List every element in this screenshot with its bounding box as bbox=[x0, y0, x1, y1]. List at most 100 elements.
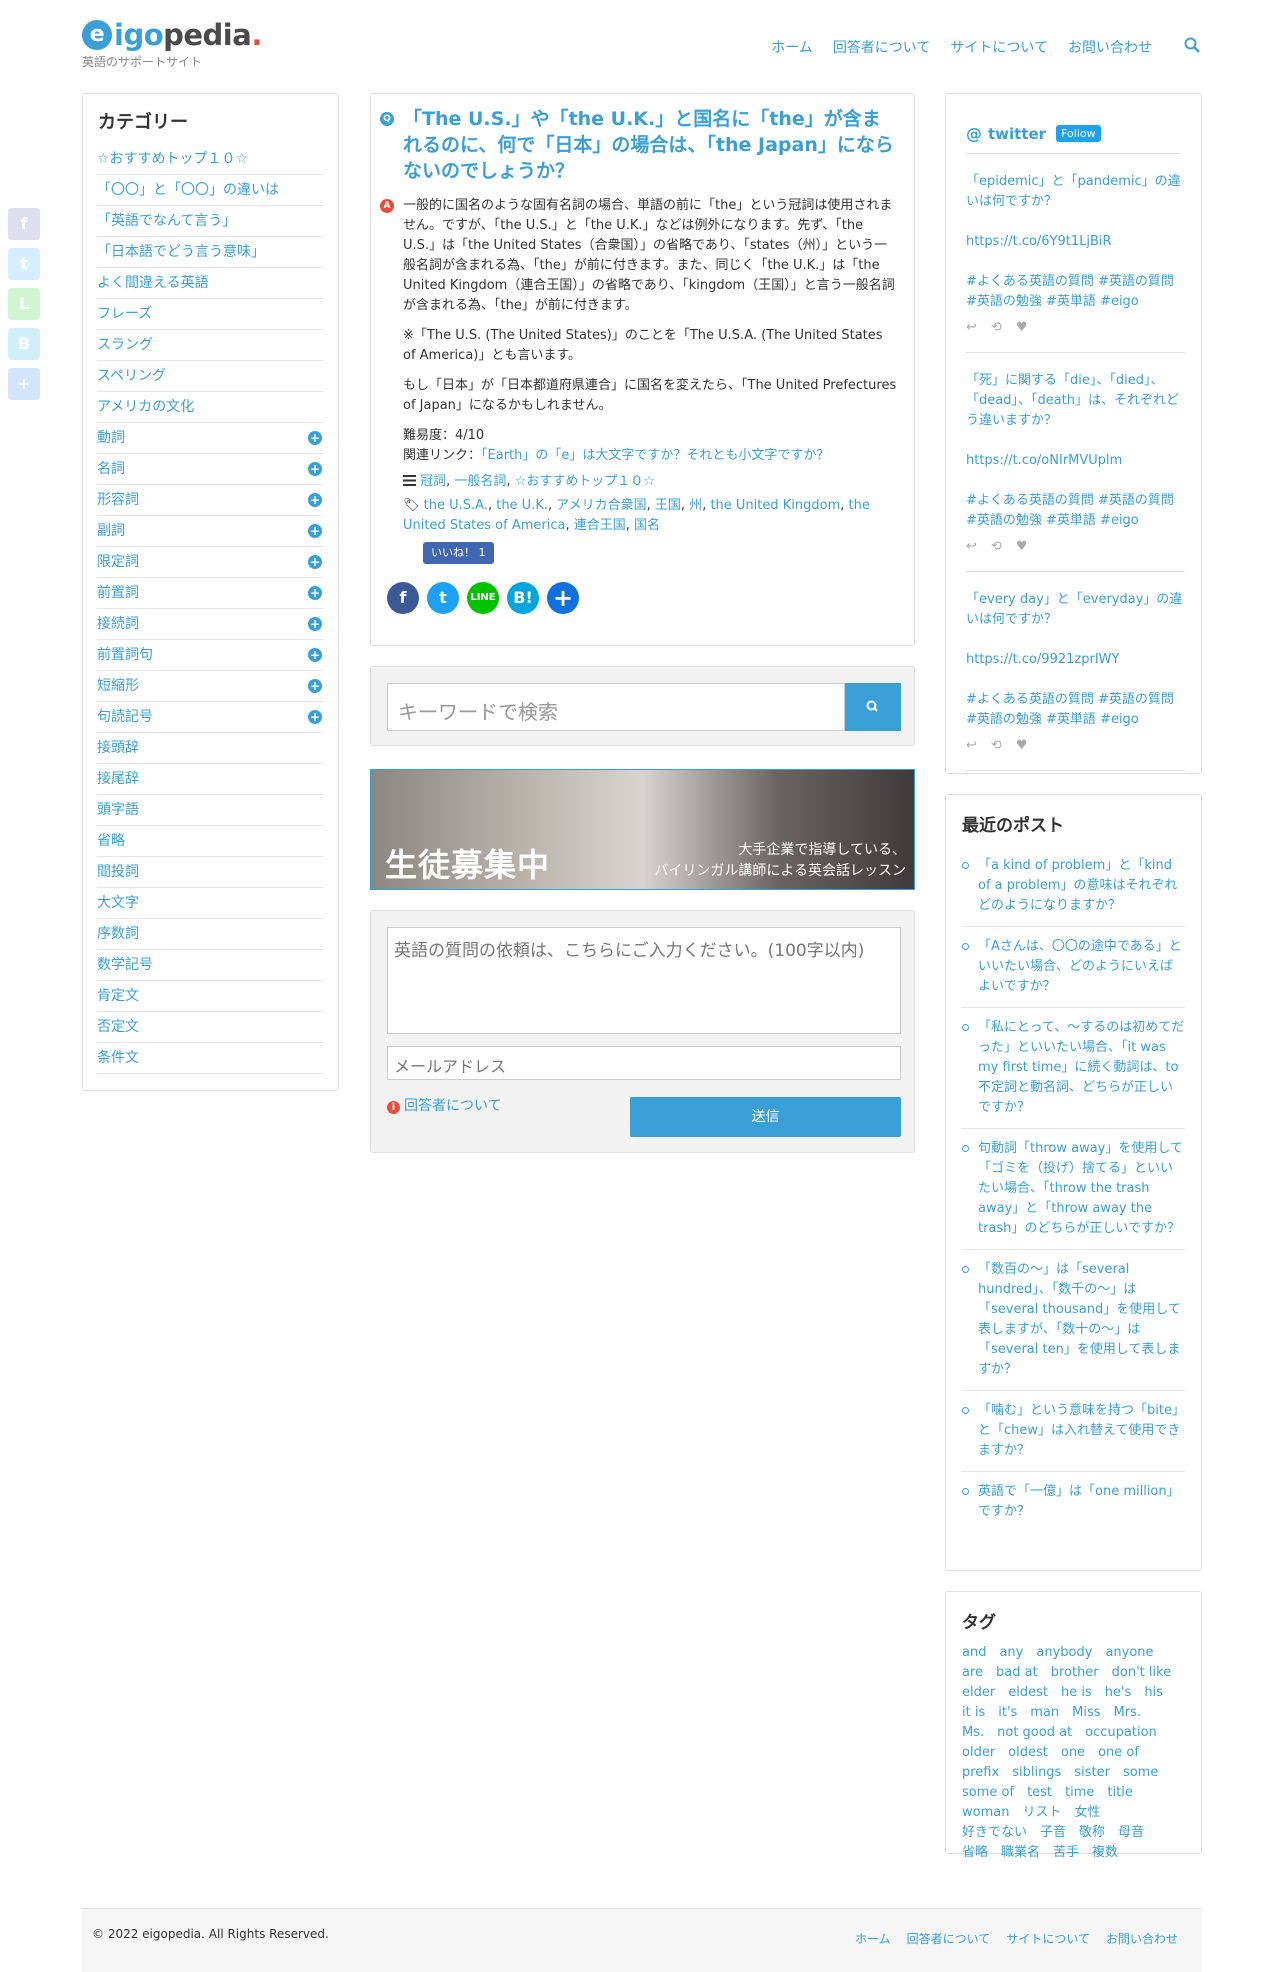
tag-link[interactable]: リスト bbox=[1022, 1803, 1061, 1823]
tag-link[interactable]: and bbox=[962, 1643, 986, 1663]
respondents-link[interactable]: i 回答者について bbox=[387, 1095, 502, 1115]
tag-link[interactable]: are bbox=[962, 1663, 983, 1683]
post-tag-link[interactable]: 王国 bbox=[655, 498, 681, 513]
tweet-tags[interactable]: #よくある英語の質問 #英語の質問 #英語の勉強 #英単語 #eigo bbox=[966, 690, 1185, 730]
twitter-share-icon[interactable]: t bbox=[8, 248, 40, 280]
category-link[interactable]: 「英語でなんて言う」 bbox=[97, 213, 236, 229]
tag-link[interactable]: 複数 bbox=[1092, 1843, 1118, 1863]
post-tag-link[interactable]: アメリカ合衆国 bbox=[556, 498, 646, 513]
category-link[interactable]: 肯定文 bbox=[97, 988, 139, 1004]
post-tag-link[interactable]: 州 bbox=[689, 498, 702, 513]
like-icon[interactable]: ♥ bbox=[1016, 736, 1028, 756]
category-link[interactable]: フレーズ bbox=[97, 306, 152, 322]
category-link[interactable]: 接続詞 bbox=[97, 616, 139, 632]
retweet-icon[interactable]: ⟲ bbox=[991, 318, 1002, 338]
search-icon[interactable] bbox=[1184, 37, 1202, 55]
category-link[interactable]: 名詞 bbox=[97, 461, 125, 477]
email-field[interactable]: メールアドレス bbox=[387, 1046, 901, 1080]
tag-link[interactable]: 子音 bbox=[1040, 1823, 1066, 1843]
category-link[interactable]: 前置詞句 bbox=[97, 647, 153, 663]
footer-nav-respondents[interactable]: 回答者について bbox=[907, 1930, 991, 1947]
category-link[interactable]: アメリカの文化 bbox=[97, 399, 194, 415]
post-tag-link[interactable]: 連合王国 bbox=[574, 518, 626, 533]
category-link[interactable]: 条件文 bbox=[97, 1050, 139, 1066]
tag-link[interactable]: his bbox=[1144, 1683, 1163, 1703]
like-icon[interactable]: ♥ bbox=[1016, 537, 1028, 557]
expand-plus-icon[interactable]: + bbox=[308, 555, 322, 569]
expand-plus-icon[interactable]: + bbox=[308, 493, 322, 507]
category-link[interactable]: 「日本語でどう言う意味」 bbox=[97, 244, 265, 260]
facebook-like-button[interactable]: いいね！ 1 bbox=[423, 542, 494, 564]
footer-nav-about[interactable]: サイトについて bbox=[1006, 1930, 1090, 1947]
tag-link[interactable]: any bbox=[999, 1643, 1023, 1663]
tag-link[interactable]: 苦手 bbox=[1053, 1843, 1079, 1863]
tag-link[interactable]: prefix bbox=[962, 1763, 999, 1783]
tag-link[interactable]: anybody bbox=[1036, 1643, 1092, 1663]
category-link[interactable]: 否定文 bbox=[97, 1019, 139, 1035]
recent-post-link[interactable]: 「Aさんは、〇〇の途中である」といいたい場合、どのようにいえばよいですか？ bbox=[978, 939, 1182, 994]
tag-link[interactable]: not good at bbox=[997, 1723, 1072, 1743]
nav-home[interactable]: ホーム bbox=[771, 37, 813, 57]
line-share-icon[interactable]: L bbox=[8, 288, 40, 320]
category-link[interactable]: 「〇〇」と「〇〇」の違いは bbox=[97, 182, 279, 198]
recent-post-link[interactable]: 英語で「一億」は「one million」ですか？ bbox=[978, 1484, 1180, 1519]
category-link[interactable]: 大文字 bbox=[97, 895, 139, 911]
send-button[interactable]: 送信 bbox=[630, 1097, 901, 1137]
tweet-text[interactable]: 「epidemic」と「pandemic」の違いは何ですか？ bbox=[966, 172, 1185, 212]
nav-respondents[interactable]: 回答者について bbox=[833, 37, 931, 57]
nav-contact[interactable]: お問い合わせ bbox=[1068, 37, 1152, 57]
post-tag-link[interactable]: the U.S.A. bbox=[424, 498, 488, 513]
tag-link[interactable]: woman bbox=[962, 1803, 1009, 1823]
category-link[interactable]: スラング bbox=[97, 337, 153, 353]
expand-plus-icon[interactable]: + bbox=[308, 524, 322, 538]
category-link[interactable]: 省略 bbox=[97, 833, 125, 849]
category-link[interactable]: 序数詞 bbox=[97, 926, 139, 942]
tag-link[interactable]: occupation bbox=[1085, 1723, 1157, 1743]
category-link[interactable]: 句読記号 bbox=[97, 709, 153, 725]
tag-link[interactable]: it is bbox=[962, 1703, 985, 1723]
reply-icon[interactable]: ↩ bbox=[966, 736, 977, 756]
tweet-text[interactable]: 「死」に関する「die」、「died」、「dead」、「death」は、それぞれ… bbox=[966, 371, 1185, 431]
category-link[interactable]: 接頭辞 bbox=[97, 740, 139, 756]
tag-link[interactable]: title bbox=[1107, 1783, 1132, 1803]
more-share-icon[interactable]: + bbox=[8, 368, 40, 400]
recent-post-link[interactable]: 「数百の〜」は「several hundred」、「数千の〜」は「several… bbox=[978, 1262, 1181, 1377]
category-link[interactable]: 副詞 bbox=[97, 523, 125, 539]
category-link[interactable]: 短縮形 bbox=[97, 678, 139, 694]
tweet-text[interactable]: 「every day」と「everyday」の違いは何ですか？ bbox=[966, 590, 1185, 630]
post-tag-link[interactable]: the U.K. bbox=[496, 498, 548, 513]
tag-link[interactable]: siblings bbox=[1012, 1763, 1061, 1783]
recent-post-link[interactable]: 句動詞「throw away」を使用して「ゴミを（投げ）捨てる」といいたい場合、… bbox=[978, 1141, 1183, 1236]
post-category-link[interactable]: ☆おすすめトップ１０☆ bbox=[515, 474, 655, 489]
hatena-share-icon[interactable]: B bbox=[8, 328, 40, 360]
category-link[interactable]: 間投詞 bbox=[97, 864, 139, 880]
tag-link[interactable]: man bbox=[1030, 1703, 1059, 1723]
facebook-share-button[interactable]: f bbox=[387, 582, 419, 614]
category-link[interactable]: 動詞 bbox=[97, 430, 125, 446]
tag-link[interactable]: eldest bbox=[1008, 1683, 1048, 1703]
category-link[interactable]: 数学記号 bbox=[97, 957, 153, 973]
category-link[interactable]: 頭字語 bbox=[97, 802, 139, 818]
post-category-link[interactable]: 一般名詞 bbox=[454, 474, 506, 489]
tag-link[interactable]: one of bbox=[1098, 1743, 1139, 1763]
tweet-url[interactable]: https://t.co/oNIrMVUplm bbox=[966, 451, 1185, 471]
tag-link[interactable]: 職業名 bbox=[1001, 1843, 1040, 1863]
retweet-icon[interactable]: ⟲ bbox=[991, 537, 1002, 557]
tag-link[interactable]: elder bbox=[962, 1683, 995, 1703]
tag-link[interactable]: test bbox=[1027, 1783, 1052, 1803]
search-submit-button[interactable] bbox=[845, 683, 901, 731]
site-logo[interactable]: e igo pedia. bbox=[82, 18, 262, 52]
tag-link[interactable]: don't like bbox=[1112, 1663, 1172, 1683]
category-link[interactable]: 前置詞 bbox=[97, 585, 139, 601]
like-icon[interactable]: ♥ bbox=[1016, 318, 1028, 338]
tag-link[interactable]: 好きでない bbox=[962, 1823, 1027, 1843]
recent-post-link[interactable]: 「噛む」という意味を持つ「bite」と「chew」は入れ替えて使用できますか？ bbox=[978, 1403, 1185, 1458]
line-share-button[interactable]: LINE bbox=[467, 582, 499, 614]
more-share-button[interactable]: + bbox=[547, 582, 579, 614]
related-link[interactable]: 「Earth」の「e」は大文字ですか？それとも小文字ですか？ bbox=[481, 448, 829, 463]
expand-plus-icon[interactable]: + bbox=[308, 710, 322, 724]
recent-post-link[interactable]: 「私にとって、〜するのは初めてだった」といいたい場合、「it was my fi… bbox=[978, 1020, 1184, 1115]
question-textarea[interactable]: 英語の質問の依頼は、こちらにご入力ください。(100字以内) bbox=[387, 927, 901, 1034]
tag-link[interactable]: 女性 bbox=[1074, 1803, 1100, 1823]
category-link[interactable]: 形容詞 bbox=[97, 492, 139, 508]
